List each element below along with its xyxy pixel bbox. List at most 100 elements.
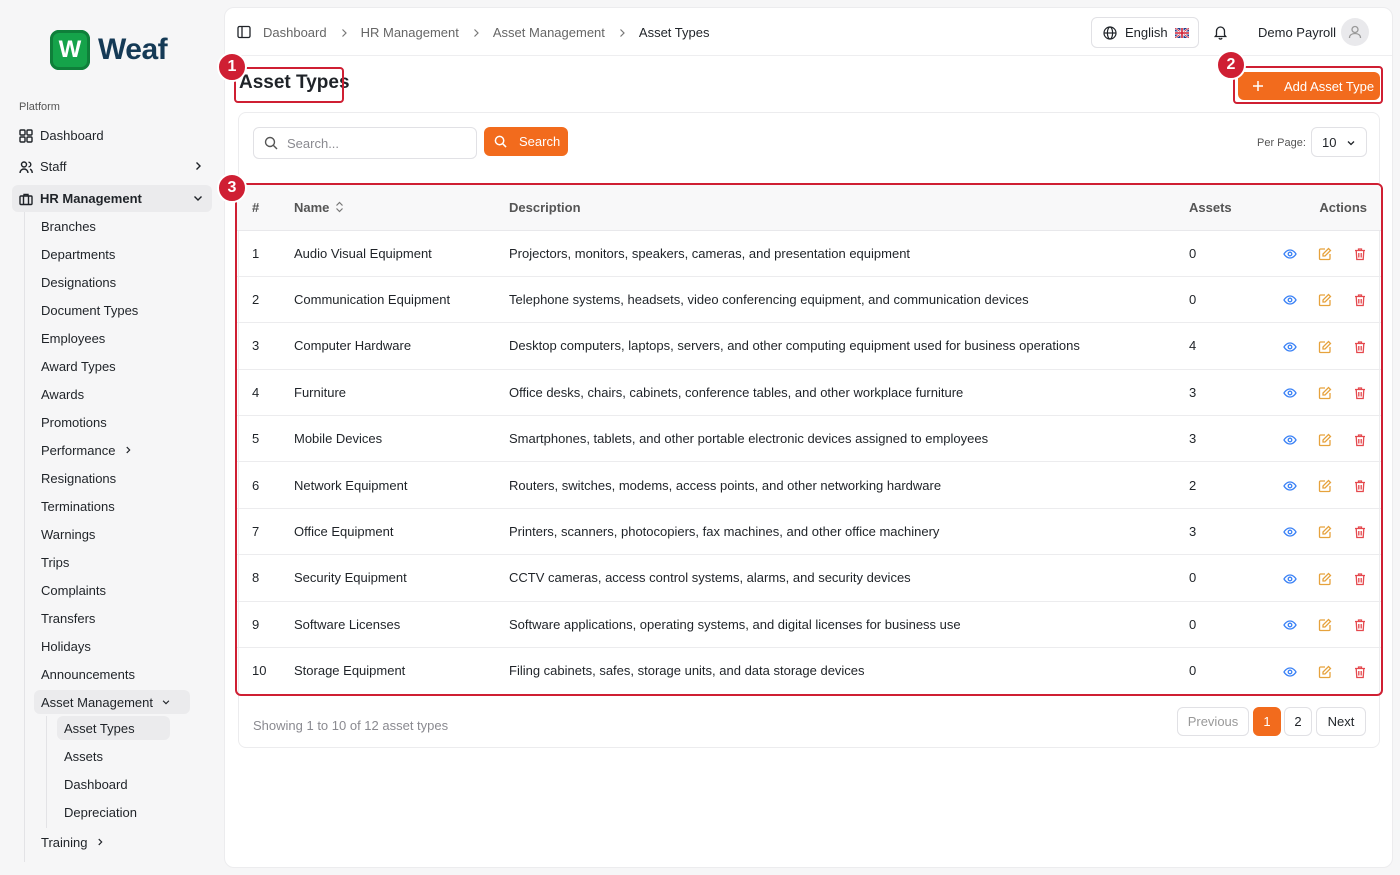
edit-icon[interactable]: [1318, 433, 1332, 447]
row-description: Telephone systems, headsets, video confe…: [509, 292, 1029, 308]
edit-icon[interactable]: [1318, 618, 1332, 632]
sidebar-item-announcements[interactable]: Announcements: [34, 662, 135, 686]
next-page-button[interactable]: Next: [1316, 707, 1366, 736]
column-header-name[interactable]: Name: [294, 185, 509, 231]
sidebar-item-assets[interactable]: Assets: [57, 744, 170, 768]
search-input[interactable]: [287, 135, 467, 151]
eye-icon[interactable]: [1283, 247, 1297, 261]
edit-icon[interactable]: [1318, 572, 1332, 586]
table-row: 2 Communication Equipment Telephone system…: [237, 276, 1381, 323]
sidebar-item-staff[interactable]: Staff: [12, 153, 212, 180]
search-field[interactable]: [253, 127, 477, 159]
sidebar-item-training[interactable]: Training: [34, 830, 105, 854]
breadcrumb-hr-management[interactable]: HR Management: [361, 25, 459, 40]
row-actions: [1261, 508, 1381, 554]
chevron-down-icon: [194, 196, 202, 201]
per-page-select[interactable]: 10: [1311, 127, 1367, 157]
chevron-right-icon: [619, 28, 625, 37]
trash-icon[interactable]: [1353, 340, 1367, 354]
user-icon: [1348, 25, 1362, 39]
edit-icon[interactable]: [1318, 479, 1332, 493]
column-header-label: Name: [294, 199, 330, 215]
main-panel: Dashboard HR Management Asset Management…: [217, 7, 1393, 868]
bell-icon[interactable]: [1213, 24, 1228, 40]
edit-icon[interactable]: [1318, 525, 1332, 539]
edit-icon[interactable]: [1318, 293, 1332, 307]
sidebar-item-awards[interactable]: Awards: [34, 382, 84, 406]
row-assets-count: 2: [1189, 477, 1197, 493]
sidebar-item-asset-management[interactable]: Asset Management: [34, 690, 190, 714]
globe-icon: [1103, 25, 1117, 40]
trash-icon[interactable]: [1353, 433, 1367, 447]
eye-icon[interactable]: [1283, 525, 1297, 539]
row-assets-count: 3: [1189, 384, 1197, 400]
breadcrumb-dashboard[interactable]: Dashboard: [263, 25, 327, 40]
row-name: Audio Visual Equipment: [294, 245, 432, 261]
eye-icon[interactable]: [1283, 340, 1297, 354]
sidebar-item-designations[interactable]: Designations: [34, 270, 116, 294]
eye-icon[interactable]: [1283, 386, 1297, 400]
trash-icon[interactable]: [1353, 525, 1367, 539]
sidebar-item-hr-management[interactable]: HR Management: [12, 185, 212, 212]
sidebar-item-trips[interactable]: Trips: [34, 550, 69, 574]
edit-icon[interactable]: [1318, 386, 1332, 400]
language-selector[interactable]: English: [1091, 17, 1199, 48]
sidebar-item-resignations[interactable]: Resignations: [34, 466, 116, 490]
sidebar-item-transfers[interactable]: Transfers: [34, 606, 95, 630]
sidebar-item-asset-types[interactable]: Asset Types: [57, 716, 170, 740]
previous-page-button[interactable]: Previous: [1177, 707, 1249, 736]
breadcrumb-asset-management[interactable]: Asset Management: [493, 25, 605, 40]
edit-icon[interactable]: [1318, 247, 1332, 261]
table-row: 3 Computer Hardware Desktop computers, lap…: [237, 323, 1381, 370]
row-actions: [1261, 555, 1381, 601]
trash-icon[interactable]: [1353, 386, 1367, 400]
row-actions: [1261, 276, 1381, 322]
search-icon: [494, 135, 507, 148]
trash-icon[interactable]: [1353, 247, 1367, 261]
trash-icon[interactable]: [1353, 572, 1367, 586]
sidebar-item-asset-dashboard[interactable]: Dashboard: [57, 772, 170, 796]
row-description: Office desks, chairs, cabinets, conferen…: [509, 384, 964, 400]
eye-icon[interactable]: [1283, 572, 1297, 586]
sidebar-item-employees[interactable]: Employees: [34, 326, 105, 350]
row-assets-count: 0: [1189, 245, 1197, 261]
edit-icon[interactable]: [1318, 665, 1332, 679]
sidebar-item-label: Dashboard: [40, 128, 104, 143]
table-row: 10 Storage Equipment Filing cabinets, safe…: [237, 648, 1381, 694]
table-row: 6 Network Equipment Routers, switches, mod…: [237, 462, 1381, 509]
sidebar-item-performance[interactable]: Performance: [34, 438, 133, 462]
per-page-value: 10: [1322, 134, 1337, 150]
row-actions: [1261, 323, 1381, 369]
sidebar-item-complaints[interactable]: Complaints: [34, 578, 106, 602]
eye-icon[interactable]: [1283, 293, 1297, 307]
sidebar-item-depreciation[interactable]: Depreciation: [57, 800, 170, 824]
logo[interactable]: W Weaf: [50, 30, 168, 70]
page-button-1[interactable]: 1: [1253, 707, 1281, 736]
trash-icon[interactable]: [1353, 618, 1367, 632]
page-button-2[interactable]: 2: [1284, 707, 1312, 736]
trash-icon[interactable]: [1353, 665, 1367, 679]
sidebar-item-document-types[interactable]: Document Types: [34, 298, 138, 322]
search-button[interactable]: Search: [484, 127, 568, 156]
edit-icon[interactable]: [1318, 340, 1332, 354]
eye-icon[interactable]: [1283, 618, 1297, 632]
annotation-badge-3: 3: [217, 173, 247, 203]
eye-icon[interactable]: [1283, 665, 1297, 679]
avatar[interactable]: [1341, 18, 1369, 46]
sidebar-item-promotions[interactable]: Promotions: [34, 410, 107, 434]
sidebar-item-award-types[interactable]: Award Types: [34, 354, 116, 378]
sidebar: W Weaf Platform Dashboard Staff HR Manag…: [0, 0, 222, 875]
eye-icon[interactable]: [1283, 433, 1297, 447]
table-row: 7 Office Equipment Printers, scanners, pho…: [237, 508, 1381, 555]
sidebar-item-terminations[interactable]: Terminations: [34, 494, 115, 518]
sidebar-item-holidays[interactable]: Holidays: [34, 634, 91, 658]
trash-icon[interactable]: [1353, 479, 1367, 493]
sidebar-item-dashboard[interactable]: Dashboard: [12, 122, 212, 149]
trash-icon[interactable]: [1353, 293, 1367, 307]
sidebar-item-departments[interactable]: Departments: [34, 242, 115, 266]
user-name[interactable]: Demo Payroll: [1258, 25, 1336, 40]
eye-icon[interactable]: [1283, 479, 1297, 493]
sidebar-toggle-icon[interactable]: [237, 25, 251, 39]
sidebar-item-branches[interactable]: Branches: [34, 214, 96, 238]
sidebar-item-warnings[interactable]: Warnings: [34, 522, 95, 546]
